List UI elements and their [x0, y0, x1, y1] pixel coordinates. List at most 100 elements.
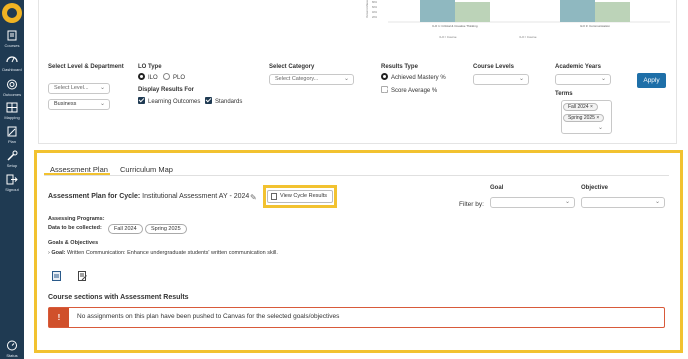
y-tick-label: 60%: [372, 6, 378, 9]
level-select[interactable]: Select Level... ⌄: [48, 83, 110, 94]
course-levels-label: Course Levels: [473, 64, 515, 70]
sidebar-item-setup[interactable]: Setup: [0, 150, 24, 172]
goal-prefix: Goal:: [51, 250, 66, 256]
chart-bar[interactable]: [455, 2, 490, 22]
chart-bar[interactable]: [595, 2, 630, 22]
assessing-programs-label: Assessing Programs:: [48, 216, 105, 222]
terms-label: Terms: [555, 91, 573, 97]
view-cycle-results-label: View Cycle Results: [280, 193, 327, 199]
chevron-down-icon: ⌄: [518, 76, 524, 82]
academic-years-select[interactable]: ⌄: [555, 74, 611, 85]
term-chip-spring-2025[interactable]: Spring 2025 ×: [563, 114, 605, 122]
cycle-title-prefix: Assessment Plan for Cycle:: [48, 193, 141, 200]
objective-filter-select[interactable]: ⌄: [581, 197, 665, 208]
goal-filter-select[interactable]: ⌄: [490, 197, 575, 208]
goal-column-heading: Goal: [490, 185, 504, 191]
course-levels-select[interactable]: ⌄: [473, 74, 529, 85]
standards-label: Standards: [215, 99, 243, 106]
chevron-down-icon[interactable]: ⌄: [598, 124, 603, 131]
goal-row[interactable]: › Goal: Written Communication: Enhance u…: [48, 250, 278, 256]
category-label: Select Category: [269, 64, 315, 70]
apply-button[interactable]: Apply: [637, 73, 666, 88]
checkbox-unchecked-icon: [381, 86, 388, 93]
lo-type-ilo-radio[interactable]: ILO: [138, 73, 158, 82]
x-axis-label: ILO / Course: [519, 35, 536, 39]
chevron-down-icon: ⌄: [600, 76, 606, 82]
x-category-label: ILO 1: Critical & Creative Thinking: [432, 24, 477, 28]
sidebar-item-dashboard[interactable]: Dashboard: [0, 54, 24, 76]
radio-unselected-icon: [163, 73, 170, 80]
data-collected-label: Data to be collected:: [48, 225, 102, 231]
score-average-label: Score Average %: [391, 88, 438, 95]
sidebar-item-label: Plan: [7, 139, 16, 144]
sidebar: Courses Dashboard Outcomes Mapping Plan …: [0, 0, 24, 359]
sidebar-item-signout[interactable]: Signout: [0, 174, 24, 196]
objective-column-heading: Objective: [581, 185, 609, 191]
chevron-down-icon: ⌄: [99, 85, 105, 91]
achieved-mastery-radio[interactable]: Achieved Mastery %: [381, 73, 446, 82]
checkbox-checked-icon: [205, 97, 212, 104]
category-select-value: Select Category...: [275, 76, 319, 82]
tab-divider: [44, 175, 669, 176]
chevron-right-icon[interactable]: ›: [48, 250, 50, 256]
plan-icon: [7, 126, 17, 137]
category-select[interactable]: Select Category... ⌄: [269, 74, 354, 85]
sidebar-item-label: Status: [6, 353, 18, 358]
level-select-value: Select Level...: [54, 85, 89, 91]
tab-curriculum-map[interactable]: Curriculum Map: [120, 165, 173, 174]
chart-bar[interactable]: [420, 0, 455, 22]
y-tick-label: 40%: [372, 11, 378, 14]
results-chart: 80% 60% 40% 20%Percent Achieved ILO 1: Crit…: [366, 0, 670, 39]
lo-type-label: LO Type: [138, 64, 162, 70]
cycle-title: Assessment Plan for Cycle: Institutional…: [48, 193, 249, 200]
sidebar-item-label: Outcomes: [2, 92, 22, 97]
radio-selected-icon: [138, 73, 145, 80]
x-axis-label: ILO / Course: [439, 35, 456, 39]
no-assignments-alert: ! No assignments on this plan have been …: [48, 307, 665, 328]
warning-icon: !: [49, 308, 69, 327]
y-tick-label: 80%: [372, 1, 378, 4]
sidebar-item-outcomes[interactable]: Outcomes: [0, 79, 24, 101]
results-type-label: Results Type: [381, 64, 418, 70]
lo-type-plo-radio[interactable]: PLO: [163, 73, 185, 82]
standards-checkbox[interactable]: Standards: [205, 97, 243, 106]
term-chip-fall-2024[interactable]: Fall 2024 ×: [563, 103, 598, 111]
app-root: Courses Dashboard Outcomes Mapping Plan …: [0, 0, 688, 359]
sidebar-item-label: Setup: [6, 163, 18, 168]
achieved-mastery-label: Achieved Mastery %: [391, 75, 446, 82]
chart-bar[interactable]: [560, 0, 595, 22]
close-icon[interactable]: ×: [590, 104, 593, 110]
term-chip-label: Fall 2024: [568, 104, 589, 110]
report-icon: [271, 193, 277, 200]
collect-term-pill: Fall 2024: [108, 224, 143, 234]
collect-term-pill: Spring 2025: [145, 224, 187, 234]
goal-text: Written Communication: Enhance undergrad…: [66, 250, 278, 256]
chevron-down-icon: ⌄: [564, 199, 570, 205]
filter-by-label: Filter by:: [459, 201, 484, 208]
sidebar-item-label: Signout: [5, 187, 19, 192]
department-select[interactable]: Business ⌄: [48, 99, 110, 110]
chevron-down-icon: ⌄: [99, 101, 105, 107]
level-department-label: Select Level & Department: [48, 64, 124, 70]
edit-document-icon[interactable]: [78, 271, 87, 281]
signout-icon: [6, 174, 18, 185]
x-category-label: ILO 3: Communication: [580, 24, 610, 28]
academic-years-label: Academic Years: [555, 64, 601, 70]
sidebar-item-status[interactable]: Status: [0, 340, 24, 359]
document-icon[interactable]: [52, 271, 61, 281]
term-chip-label: Spring 2025: [568, 115, 595, 121]
score-average-checkbox[interactable]: Score Average %: [381, 86, 438, 95]
setup-icon: [7, 150, 18, 161]
y-tick-label: 20%: [372, 16, 378, 19]
view-cycle-results-button[interactable]: View Cycle Results: [267, 190, 333, 203]
sidebar-item-plan[interactable]: Plan: [0, 126, 24, 148]
display-results-label: Display Results For: [138, 87, 195, 93]
learning-outcomes-checkbox[interactable]: Learning Outcomes: [138, 97, 200, 106]
close-icon[interactable]: ×: [596, 115, 599, 121]
alert-message: No assignments on this plan have been pu…: [77, 313, 340, 320]
outcomes-icon: [7, 79, 17, 90]
pencil-icon[interactable]: ✎: [250, 193, 260, 203]
sidebar-item-label: Mapping: [4, 115, 20, 120]
sidebar-item-mapping[interactable]: Mapping: [0, 102, 24, 124]
chevron-down-icon: ⌄: [654, 199, 660, 205]
